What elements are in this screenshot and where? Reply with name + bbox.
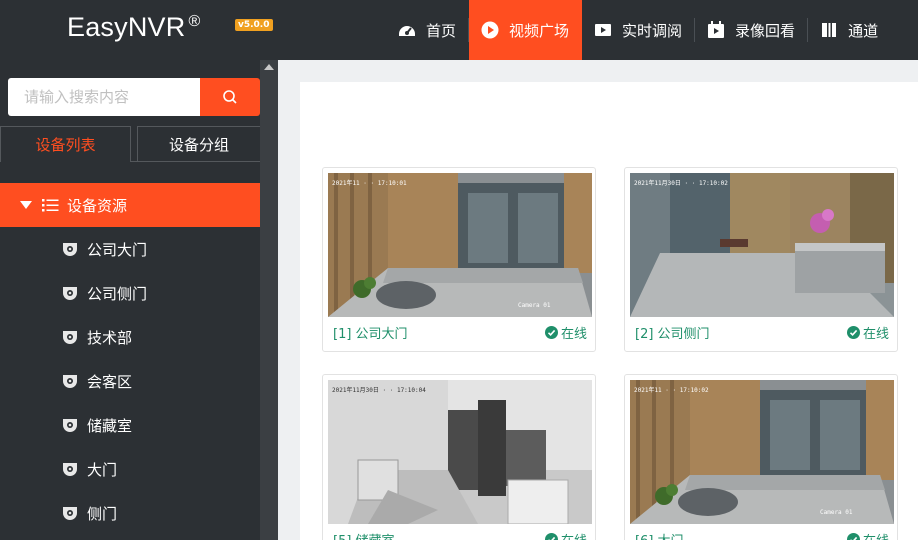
sidebar-item-label: 公司侧门 [87,284,148,303]
camera-thumbnail[interactable]: 2021年11 · · 17:10:01 Camera 01 [328,173,592,317]
sidebar-scrollbar[interactable] [260,60,278,540]
camera-name[interactable]: [6] 大门 [635,530,684,540]
camera-card[interactable]: 2021年11月30日 · · 17:10:02 [2] 公司侧门 在线 [624,167,898,352]
nav-video-square-label: 视频广场 [509,21,570,40]
check-circle-icon [846,533,860,540]
camera-thumbnail[interactable]: 2021年11月30日 · · 17:10:04 [328,380,592,524]
nav-channels[interactable]: 通道 [808,0,891,60]
check-circle-icon [544,533,558,540]
sidebar-item-main-gate[interactable]: 大门 [0,447,260,491]
svg-text:2021年11 · · 17:10:02: 2021年11 · · 17:10:02 [634,386,709,394]
search-input[interactable] [8,78,200,116]
nav-channels-label: 通道 [848,21,879,40]
sidebar-item-label: 技术部 [87,328,133,347]
nav-playback-label: 录像回看 [735,21,796,40]
svg-text:2021年11 · · 17:10:01: 2021年11 · · 17:10:01 [332,179,407,187]
tab-device-group[interactable]: 设备分组 [137,126,260,162]
list-icon [42,198,59,211]
tab-divider [131,161,260,162]
camera-thumbnail[interactable]: 2021年11 · · 17:10:02 Camera 01 [630,380,894,524]
camera-name[interactable]: [5] 储藏室 [333,530,395,540]
caret-down-icon [20,201,32,209]
sidebar-item-label: 大门 [87,460,118,479]
sidebar-item-company-side-gate[interactable]: 公司侧门 [0,271,260,315]
nav-video-square[interactable]: 视频广场 [469,0,583,60]
device-sidebar: 设备列表 设备分组 设备资源 公司大门 公司侧门 技术部 会客区 储藏室 大门 … [0,60,260,540]
sidebar-item-label: 储藏室 [87,416,133,435]
nav-home-label: 首页 [426,21,457,40]
search-button[interactable] [200,78,260,116]
sidebar-item-reception[interactable]: 会客区 [0,359,260,403]
status-badge: 在线 [846,530,889,540]
version-badge: v5.0.0 [235,19,273,31]
camera-icon [63,243,77,256]
sidebar-item-tech-dept[interactable]: 技术部 [0,315,260,359]
brand-logo[interactable]: EasyNVR ® [67,12,200,43]
status-badge: 在线 [544,530,587,540]
sidebar-item-side-gate[interactable]: 侧门 [0,491,260,535]
status-badge: 在线 [544,323,587,342]
check-circle-icon [846,326,860,339]
svg-text:Camera 01: Camera 01 [820,509,853,516]
camera-icon [63,331,77,344]
tree-root-label: 设备资源 [67,196,128,215]
brand-name: EasyNVR [67,12,186,42]
svg-text:2021年11月30日 · · 17:10:02: 2021年11月30日 · · 17:10:02 [634,179,728,187]
status-label: 在线 [561,530,587,540]
camera-icon [63,507,77,520]
play-circle-icon [481,21,499,39]
svg-text:2021年11月30日 · · 17:10:04: 2021年11月30日 · · 17:10:04 [332,386,426,394]
camera-card[interactable]: 2021年11月30日 · · 17:10:04 [5] 储藏室 在线 [322,374,596,540]
camera-card[interactable]: 2021年11 · · 17:10:02 Camera 01 [6] 大门 在线 [624,374,898,540]
camera-icon [63,375,77,388]
dashboard-icon [399,26,415,36]
nav-home[interactable]: 首页 [386,0,470,60]
nav-live-view[interactable]: 实时调阅 [582,0,696,60]
tree-root-device-resources[interactable]: 设备资源 [0,183,260,227]
main-nav: 首页 视频广场 实时调阅 录像回看 通道 [386,0,891,60]
svg-text:Camera 01: Camera 01 [518,302,551,309]
check-circle-icon [544,326,558,339]
camera-card[interactable]: 2021年11 · · 17:10:01 Camera 01 [1] 公司大门 … [322,167,596,352]
camera-name[interactable]: [2] 公司侧门 [635,323,710,342]
status-label: 在线 [863,530,889,540]
tab-device-list[interactable]: 设备列表 [0,126,131,162]
status-label: 在线 [862,327,889,342]
search-icon [223,90,237,104]
sidebar-item-storage-room[interactable]: 储藏室 [0,403,260,447]
camera-thumbnail[interactable]: 2021年11月30日 · · 17:10:02 [630,173,894,317]
camera-icon [63,463,77,476]
sidebar-item-label: 公司大门 [87,240,148,259]
camera-icon [63,287,77,300]
sidebar-item-company-gate[interactable]: 公司大门 [0,227,260,271]
nav-live-view-label: 实时调阅 [622,21,683,40]
columns-icon [822,23,837,37]
status-label: 在线 [560,327,587,342]
nav-playback[interactable]: 录像回看 [695,0,809,60]
camera-icon [63,419,77,432]
top-header: EasyNVR ® v5.0.0 首页 视频广场 实时调阅 录像回看 通道 [0,0,918,60]
status-badge: 在线 [846,323,889,342]
camera-name[interactable]: [1] 公司大门 [333,323,408,342]
playback-icon [708,21,725,38]
brand-registered-mark: ® [188,13,201,30]
video-camera-icon [595,24,612,36]
scroll-up-arrow-icon[interactable] [264,64,274,70]
sidebar-item-label: 侧门 [87,504,118,523]
sidebar-item-label: 会客区 [87,372,133,391]
video-square-panel: 2021年11 · · 17:10:01 Camera 01 [1] 公司大门 … [300,82,918,540]
